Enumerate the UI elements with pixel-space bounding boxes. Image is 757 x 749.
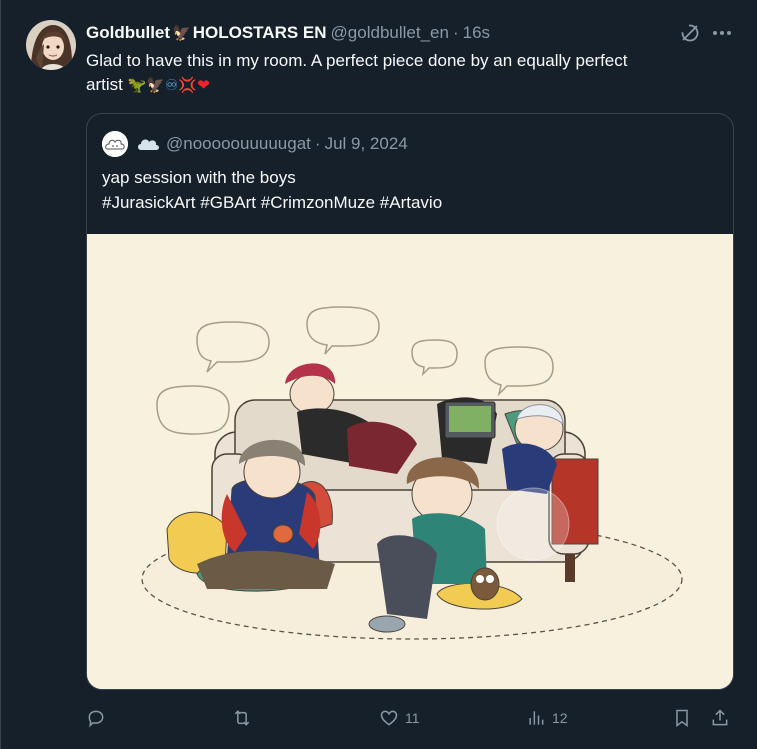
hashtag[interactable]: #GBArt bbox=[200, 193, 256, 212]
heart-emoji: ❤ bbox=[197, 76, 210, 94]
quote-avatar[interactable] bbox=[102, 131, 128, 157]
infinity-emoji: ♾ bbox=[164, 76, 179, 94]
bookmark-icon bbox=[676, 709, 688, 727]
avatar-image bbox=[26, 20, 76, 70]
user-handle[interactable]: @goldbullet_en bbox=[331, 23, 449, 43]
bookmark-button[interactable] bbox=[672, 706, 692, 730]
separator-dot: · bbox=[314, 134, 321, 153]
quote-header: @nooooouuuuugat · Jul 9, 2024 bbox=[102, 131, 408, 157]
tweet-header: Goldbullet 🦅 HOLOSTARS EN @goldbullet_en… bbox=[86, 22, 490, 44]
tweet-text: Glad to have this in my room. A perfect … bbox=[86, 49, 726, 97]
views-button[interactable]: 12 bbox=[526, 706, 568, 730]
illustration-image[interactable] bbox=[87, 234, 733, 689]
quote-text-line1: yap session with the boys bbox=[102, 168, 296, 187]
like-count: 11 bbox=[405, 710, 420, 726]
cloud-icon bbox=[138, 139, 159, 150]
grok-icon[interactable] bbox=[679, 22, 701, 44]
eagle-emoji: 🦅 bbox=[172, 24, 191, 42]
tweet-timestamp[interactable]: 16s bbox=[463, 23, 490, 43]
quote-hashtags: #JurasickArt #GBArt #CrimzonMuze #Artavi… bbox=[102, 190, 442, 215]
retweet-button[interactable] bbox=[232, 706, 258, 730]
retweet-icon bbox=[234, 710, 250, 726]
display-name[interactable]: Goldbullet bbox=[86, 23, 170, 43]
quoted-tweet[interactable]: @nooooouuuuugat · Jul 9, 2024 yap sessio… bbox=[86, 113, 734, 690]
hashtag[interactable]: #Artavio bbox=[380, 193, 442, 212]
quote-text: yap session with the boys #JurasickArt #… bbox=[102, 165, 442, 215]
analytics-icon bbox=[529, 711, 544, 725]
reply-icon bbox=[88, 710, 104, 728]
separator-dot: · bbox=[452, 23, 459, 42]
hashtag[interactable]: #CrimzonMuze bbox=[261, 193, 375, 212]
reply-button[interactable] bbox=[86, 706, 112, 730]
like-button[interactable]: 11 bbox=[379, 706, 420, 730]
anger-emoji: 💢 bbox=[178, 76, 198, 94]
quote-handle[interactable]: @nooooouuuuugat bbox=[166, 134, 311, 154]
tweet-text-line1: Glad to have this in my room. A perfect … bbox=[86, 51, 628, 70]
eagle-emoji: 🦅 bbox=[146, 76, 165, 94]
display-name-suffix[interactable]: HOLOSTARS EN bbox=[193, 23, 327, 43]
heart-icon bbox=[380, 710, 398, 726]
user-avatar[interactable] bbox=[26, 20, 76, 70]
tweet[interactable]: Goldbullet 🦅 HOLOSTARS EN @goldbullet_en… bbox=[0, 0, 757, 749]
quote-date[interactable]: Jul 9, 2024 bbox=[325, 134, 408, 154]
dinosaur-emoji: 🦖 bbox=[127, 76, 147, 94]
tweet-text-line2: artist 🦖🦅♾💢❤ bbox=[86, 73, 726, 97]
more-options-icon[interactable] bbox=[710, 22, 734, 44]
tweet-text-artist: artist bbox=[86, 75, 123, 94]
views-count: 12 bbox=[552, 710, 568, 726]
share-button[interactable] bbox=[710, 706, 730, 730]
share-icon bbox=[712, 709, 728, 726]
tweet-actions: 11 12 bbox=[86, 706, 734, 730]
hashtag[interactable]: #JurasickArt bbox=[102, 193, 196, 212]
